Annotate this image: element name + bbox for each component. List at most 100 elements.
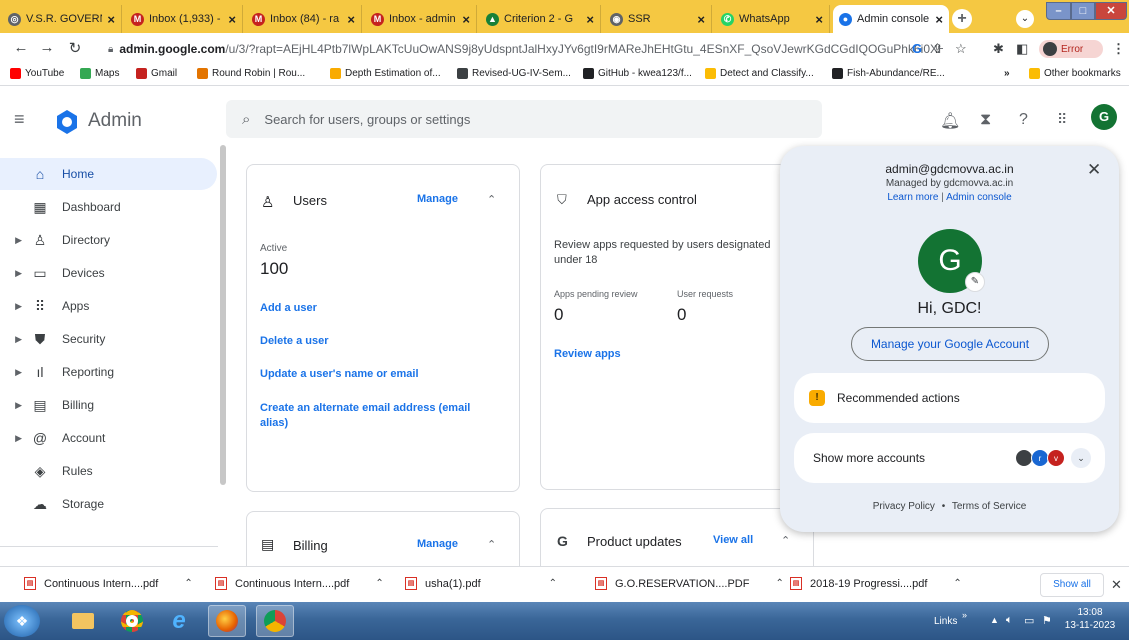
download-item[interactable]: ▤ G.O.RESERVATION....PDF ⌃ [595,577,784,590]
view-all-link[interactable]: View all [713,534,753,546]
sidebar-item-dashboard[interactable]: ▦ Dashboard [0,191,217,223]
links-toolbar-label[interactable]: Links [934,616,957,627]
close-tab-icon[interactable]: × [347,12,355,27]
notifications-bell-icon[interactable]: 🔔︎ [940,111,960,131]
chevron-up-icon[interactable]: ⌃ [487,193,496,206]
bookmark-item[interactable]: GitHub - kwea123/f... [583,68,692,79]
bookmark-star-icon[interactable]: ☆ [955,41,967,57]
volume-icon[interactable]: 🔈︎ [1006,614,1013,627]
new-tab-button[interactable]: + [952,9,972,29]
expand-caret-icon[interactable]: ▶ [8,400,22,411]
help-icon[interactable]: ? [1019,111,1028,129]
recommended-actions-card[interactable]: ! Recommended actions [794,373,1105,423]
clock[interactable]: 13:08 13-11-2023 [1060,606,1120,632]
sidebar-item-security[interactable]: ▶ ⛊ Security [0,323,217,355]
edit-pencil-icon[interactable]: ✎ [965,272,985,292]
alternate-email-link[interactable]: Create an alternate email address (email… [260,401,500,431]
download-options-chevron-icon[interactable]: ⌃ [184,578,192,589]
close-tab-icon[interactable]: × [935,12,943,27]
show-more-accounts-card[interactable]: Show more accounts rv ⌄ [794,433,1105,483]
browser-tab[interactable]: ◎ V.S.R. GOVERNI × [2,5,122,33]
expand-caret-icon[interactable]: ▶ [8,268,22,279]
sidebar-item-reporting[interactable]: ▶ ıl Reporting [0,356,217,388]
privacy-policy-link[interactable]: Privacy Policy [873,501,935,512]
close-tab-icon[interactable]: × [462,12,470,27]
other-bookmarks[interactable]: Other bookmarks [1029,68,1121,79]
file-explorer-taskbar-icon[interactable] [64,605,102,637]
tray-up-arrow-icon[interactable]: ▲ [990,615,999,625]
review-apps-link[interactable]: Review apps [554,347,621,362]
browser-tab[interactable]: M Inbox - admin × [365,5,477,33]
account-avatar[interactable]: G [1091,104,1117,130]
close-tab-icon[interactable]: × [586,12,594,27]
sidebar-item-account[interactable]: ▶ @ Account [0,422,217,454]
url-field[interactable]: 🔒︎ admin.google.com/u/3/?rapt=AEjHL4Ptb7… [108,38,943,60]
admin-console-link[interactable]: Admin console [946,192,1012,203]
close-window-button[interactable]: ✕ [1095,2,1127,20]
browser-tab[interactable]: M Inbox (84) - ra × [246,5,362,33]
kebab-menu-icon[interactable]: ⋮ [1112,41,1125,57]
close-tab-icon[interactable]: × [107,12,115,27]
learn-more-link[interactable]: Learn more [887,192,938,203]
back-button[interactable]: ← [12,39,30,56]
browser-tab[interactable]: ▲ Criterion 2 - G × [480,5,601,33]
bookmark-item[interactable]: Maps [80,68,119,79]
start-button[interactable]: ❖ [4,605,40,637]
main-menu-icon[interactable]: ≡ [14,109,25,130]
more-bookmarks-chevron[interactable]: » [1004,68,1010,79]
bookmark-item[interactable]: YouTube [10,68,64,79]
tab-search-button[interactable]: ⌄ [1016,10,1034,28]
bookmark-item[interactable]: Detect and Classify... [705,68,814,79]
chrome-taskbar-icon[interactable] [113,605,151,637]
expand-caret-icon[interactable]: ▶ [8,235,22,246]
expand-caret-icon[interactable]: ▶ [8,433,22,444]
sidebar-item-home[interactable]: ⌂ Home [0,158,217,190]
bookmark-item[interactable]: Gmail [136,68,177,79]
bookmark-item[interactable]: Depth Estimation of... [330,68,441,79]
download-options-chevron-icon[interactable]: ⌃ [953,578,961,589]
sidebar-item-directory[interactable]: ▶ ♙ Directory [0,224,217,256]
close-downloads-icon[interactable]: ✕ [1111,577,1122,593]
apps-grid-icon[interactable]: ⠿ [1057,111,1067,128]
download-item[interactable]: ▤ usha(1).pdf ⌃ [405,577,557,590]
share-icon[interactable]: ⇪ [932,41,943,57]
action-center-flag-icon[interactable]: ⚑ [1042,614,1052,627]
delete-user-link[interactable]: Delete a user [260,334,328,349]
download-options-chevron-icon[interactable]: ⌃ [775,578,783,589]
users-manage-link[interactable]: Manage [417,193,458,205]
show-all-downloads-button[interactable]: Show all [1040,573,1104,597]
sidebar-item-billing[interactable]: ▶ ▤ Billing [0,389,217,421]
terms-of-service-link[interactable]: Terms of Service [952,501,1026,512]
sidebar-item-rules[interactable]: ◈ Rules [0,455,217,487]
bookmark-item[interactable]: Fish-Abundance/RE... [832,68,945,79]
expand-caret-icon[interactable]: ▶ [8,301,22,312]
expand-caret-icon[interactable]: ▶ [8,334,22,345]
download-item[interactable]: ▤ 2018-19 Progressi....pdf ⌃ [790,577,962,590]
manage-google-account-button[interactable]: Manage your Google Account [851,327,1049,361]
browser-tab[interactable]: ● Admin console × [833,5,949,33]
internet-explorer-taskbar-icon[interactable]: e [160,605,198,637]
profile-error-button[interactable]: Error [1039,40,1103,58]
bookmark-item[interactable]: Round Robin | Rou... [197,68,305,79]
minimize-button[interactable]: – [1046,2,1071,20]
side-panel-icon[interactable]: ◧ [1016,41,1028,57]
search-bar[interactable]: ⌕ Search for users, groups or settings [226,100,822,138]
billing-manage-link[interactable]: Manage [417,538,458,550]
close-icon[interactable]: ✕ [1087,160,1101,180]
download-options-chevron-icon[interactable]: ⌃ [375,578,383,589]
browser-tab[interactable]: ✆ WhatsApp × [715,5,830,33]
browser-tab[interactable]: ◉ SSR × [604,5,712,33]
download-item[interactable]: ▤ Continuous Intern....pdf ⌃ [24,577,193,590]
network-icon[interactable]: ▭ [1024,614,1034,627]
close-tab-icon[interactable]: × [697,12,705,27]
close-tab-icon[interactable]: × [815,12,823,27]
chrome-active-taskbar-icon[interactable] [256,605,294,637]
toolbar-expand-icon[interactable]: » [962,610,967,620]
add-user-link[interactable]: Add a user [260,301,317,316]
expand-caret-icon[interactable]: ▶ [8,367,22,378]
sidebar-item-apps[interactable]: ▶ ⠿ Apps [0,290,217,322]
download-item[interactable]: ▤ Continuous Intern....pdf ⌃ [215,577,384,590]
chevron-up-icon[interactable]: ⌃ [487,538,496,551]
sidebar-scrollbar[interactable] [220,145,226,485]
chevron-up-icon[interactable]: ⌃ [781,534,790,547]
